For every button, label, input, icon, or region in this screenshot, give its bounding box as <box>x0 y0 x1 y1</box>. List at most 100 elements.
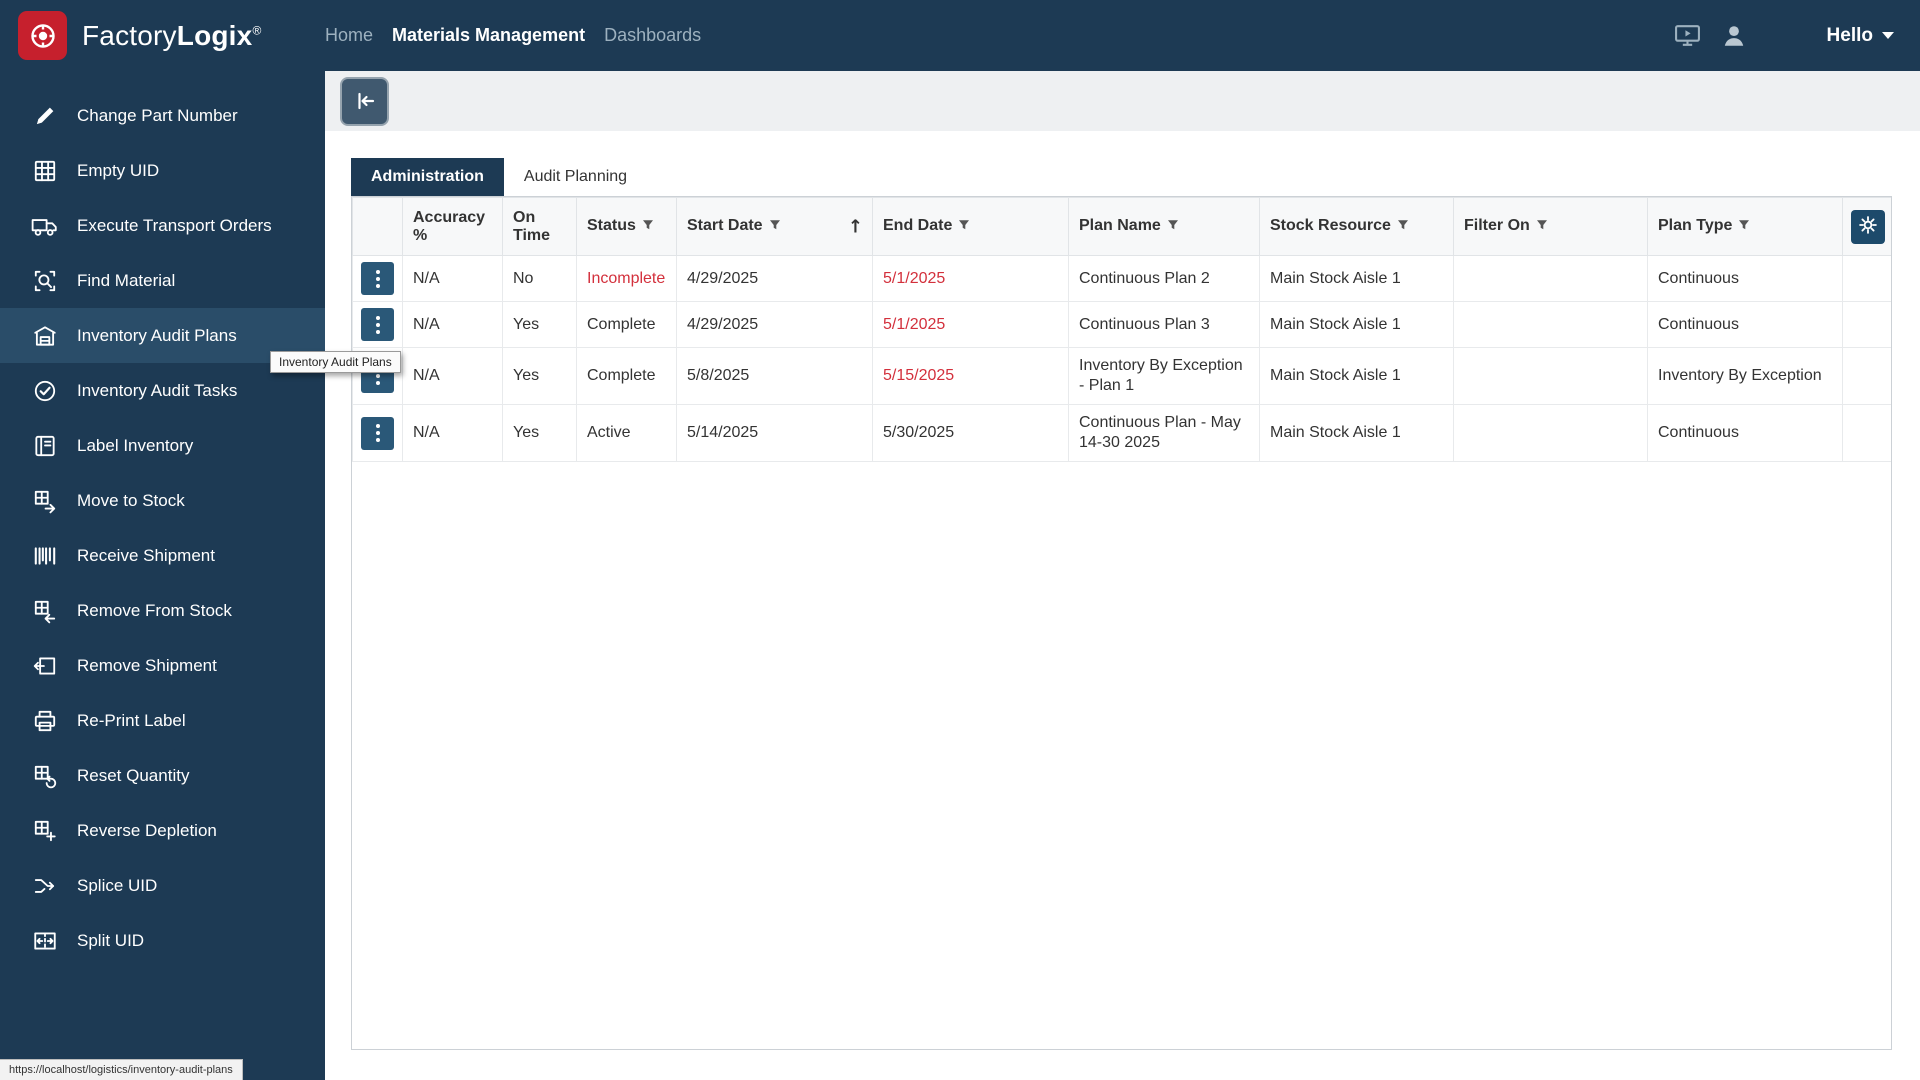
column-header-settings <box>1842 197 1891 256</box>
stock-resource-cell: Main Stock Aisle 1 <box>1259 404 1454 462</box>
toolbar <box>325 71 1920 131</box>
sidebar-item-label: Split UID <box>77 930 145 950</box>
filter-icon[interactable] <box>1167 218 1179 236</box>
column-header-accuracy[interactable]: Accuracy % <box>402 197 503 256</box>
top-navigation: Home Materials Management Dashboards <box>325 25 701 46</box>
gear-icon <box>1858 215 1878 238</box>
filter-on-cell <box>1453 301 1648 348</box>
sidebar-item-empty-uid[interactable]: Empty UID <box>0 143 325 198</box>
row-menu-button[interactable] <box>361 416 394 450</box>
column-header-start-date[interactable]: Start Date ↑ <box>676 197 873 256</box>
table-header-row: Accuracy % On Time Status Start Date ↑ End Da… <box>352 197 1891 256</box>
column-label: Filter On <box>1464 217 1530 234</box>
brand-regular: Factory <box>82 19 177 51</box>
grid-empty-icon <box>30 156 60 186</box>
filter-icon[interactable] <box>1738 218 1750 236</box>
end-date-cell: 5/15/2025 <box>872 347 1069 405</box>
on-time-cell: Yes <box>502 404 577 462</box>
table-row: N/A Yes Active 5/14/2025 5/30/2025 Continuous… <box>352 404 1891 462</box>
main-area: Administration Audit Planning Accuracy % O… <box>325 71 1920 1080</box>
vertical-ellipsis-icon <box>375 424 380 442</box>
monitor-icon[interactable] <box>1674 23 1701 48</box>
user-menu[interactable]: Hello <box>1827 25 1894 47</box>
registered-mark: ® <box>252 23 262 38</box>
start-date-cell: 5/14/2025 <box>676 404 873 462</box>
status-cell: Incomplete <box>576 255 677 302</box>
filter-icon[interactable] <box>642 218 654 236</box>
filter-icon[interactable] <box>1397 218 1409 236</box>
table-panel: Accuracy % On Time Status Start Date ↑ End Da… <box>351 196 1892 1050</box>
audit-tasks-icon <box>30 376 60 406</box>
plan-name-cell: Continuous Plan - May 14-30 2025 <box>1068 404 1260 462</box>
row-menu-button[interactable] <box>361 262 394 295</box>
column-label: Start Date <box>687 217 763 234</box>
filter-icon[interactable] <box>958 218 970 236</box>
plan-type-cell: Continuous <box>1647 404 1843 462</box>
table-row: N/A No Incomplete 4/29/2025 5/1/2025 Continuo… <box>352 255 1891 302</box>
sort-ascending-icon[interactable]: ↑ <box>848 216 863 237</box>
column-header-stock-resource[interactable]: Stock Resource <box>1259 197 1454 256</box>
barcode-icon <box>30 541 60 571</box>
sidebar-item-move-to-stock[interactable]: Move to Stock <box>0 473 325 528</box>
sidebar-item-execute-transport-orders[interactable]: Execute Transport Orders <box>0 198 325 253</box>
nav-item-materials-management[interactable]: Materials Management <box>392 25 585 46</box>
stock-resource-cell: Main Stock Aisle 1 <box>1259 347 1454 405</box>
nav-item-dashboards[interactable]: Dashboards <box>604 25 701 46</box>
sidebar-item-label: Reverse Depletion <box>77 820 217 840</box>
end-date-cell: 5/1/2025 <box>872 255 1069 302</box>
column-header-end-date[interactable]: End Date <box>872 197 1069 256</box>
reset-icon <box>30 761 60 791</box>
sidebar-item-label: Label Inventory <box>77 435 194 455</box>
sidebar-item-reset-quantity[interactable]: Reset Quantity <box>0 748 325 803</box>
sidebar-item-splice-uid[interactable]: Splice UID <box>0 858 325 913</box>
sidebar-item-remove-from-stock[interactable]: Remove From Stock <box>0 583 325 638</box>
table-row: N/A Yes Complete 4/29/2025 5/1/2025 Continuou… <box>352 301 1891 348</box>
column-label: Plan Type <box>1658 217 1733 234</box>
label-icon <box>30 431 60 461</box>
chevron-down-icon <box>1882 32 1894 39</box>
vertical-ellipsis-icon <box>375 269 380 288</box>
sidebar-item-receive-shipment[interactable]: Receive Shipment <box>0 528 325 583</box>
column-header-actions <box>352 197 403 256</box>
accuracy-cell: N/A <box>402 404 503 462</box>
table-body: N/A No Incomplete 4/29/2025 5/1/2025 Continuo… <box>352 255 1891 462</box>
status-cell: Complete <box>576 301 677 348</box>
collapse-back-button[interactable] <box>340 76 389 126</box>
topbar-icons <box>1674 23 1747 49</box>
plan-name-cell: Continuous Plan 3 <box>1068 301 1260 348</box>
sidebar-item-remove-shipment[interactable]: Remove Shipment <box>0 638 325 693</box>
nav-item-home[interactable]: Home <box>325 25 373 46</box>
column-header-filter-on[interactable]: Filter On <box>1453 197 1648 256</box>
sidebar-item-label: Execute Transport Orders <box>77 215 272 235</box>
app-shell: Change Part Number Empty UID Execute Trans… <box>0 71 1920 1080</box>
row-menu-button[interactable] <box>361 308 394 341</box>
filter-icon[interactable] <box>1536 218 1548 236</box>
on-time-cell: No <box>502 255 577 302</box>
sidebar-item-find-material[interactable]: Find Material <box>0 253 325 308</box>
sidebar-item-re-print-label[interactable]: Re-Print Label <box>0 693 325 748</box>
vertical-ellipsis-icon <box>375 315 380 334</box>
audit-plans-card: Administration Audit Planning Accuracy % O… <box>351 158 1892 1050</box>
column-header-plan-type[interactable]: Plan Type <box>1647 197 1843 256</box>
sidebar-item-label: Remove From Stock <box>77 600 232 620</box>
column-settings-button[interactable] <box>1851 209 1885 244</box>
audit-plans-icon <box>30 321 60 351</box>
row-settings-cell <box>1842 404 1891 462</box>
column-header-status[interactable]: Status <box>576 197 677 256</box>
tab-administration[interactable]: Administration <box>351 158 504 196</box>
move-stock-icon <box>30 486 60 516</box>
column-header-plan-name[interactable]: Plan Name <box>1068 197 1260 256</box>
brand-bold: Logix <box>176 19 253 51</box>
sidebar-item-label-inventory[interactable]: Label Inventory <box>0 418 325 473</box>
filter-icon[interactable] <box>769 218 781 236</box>
status-cell: Complete <box>576 347 677 405</box>
sidebar-item-reverse-depletion[interactable]: Reverse Depletion <box>0 803 325 858</box>
user-icon[interactable] <box>1721 23 1747 49</box>
tab-audit-planning[interactable]: Audit Planning <box>504 158 647 196</box>
greeting-label: Hello <box>1826 24 1873 46</box>
sidebar-item-change-part-number[interactable]: Change Part Number <box>0 88 325 143</box>
row-settings-cell <box>1842 255 1891 302</box>
reverse-depletion-icon <box>30 816 60 846</box>
column-header-on-time[interactable]: On Time <box>502 197 577 256</box>
sidebar-item-split-uid[interactable]: Split UID <box>0 913 325 968</box>
